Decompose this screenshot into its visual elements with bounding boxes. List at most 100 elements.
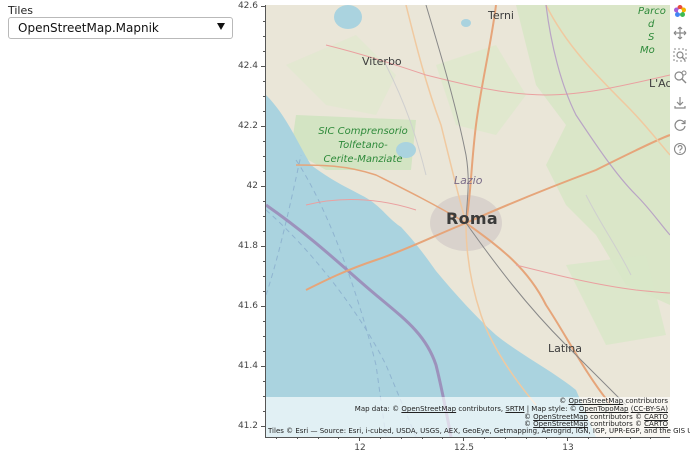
y-minor-tick [263,81,265,82]
attr1-osm-link[interactable]: OpenStreetMap [568,397,623,405]
attribution-line-5: Tiles © Esri — Source: Esri, i-cubed, US… [268,427,690,435]
reset-icon[interactable] [673,118,687,132]
y-tick-label: 42.6 [237,1,258,11]
pan-icon[interactable] [673,26,687,40]
attr2-osm-link[interactable]: OpenStreetMap [401,405,456,413]
map-label-viterbo: Viterbo [362,55,402,68]
map-label-terni: Terni [488,9,514,22]
y-tick [261,66,265,67]
box-zoom-icon[interactable] [673,48,687,62]
x-minor-tick [422,437,423,439]
parco-line-4: Mo [640,45,655,56]
map-canvas[interactable]: Terni Viterbo Roma Lazio Latina SIC Comp… [266,5,670,437]
caret-down-icon [217,23,225,30]
bokeh-logo-icon[interactable] [673,4,687,18]
x-tick-label: 12 [354,443,366,453]
y-minor-tick [263,411,265,412]
attr2-opentopomap-link[interactable]: OpenTopoMap [579,405,629,413]
y-minor-tick [263,231,265,232]
attr2-ccbysa-link[interactable]: (CC-BY-SA) [631,405,668,413]
y-tick-label: 41.8 [237,241,258,251]
x-minor-tick [338,437,339,439]
x-tick [463,437,464,441]
x-minor-tick [276,437,277,439]
tiles-select-value: OpenStreetMap.Mapnik [18,21,159,35]
x-minor-tick [650,437,651,439]
y-minor-tick [263,51,265,52]
sic-line-1: SIC Comprensorio [318,126,408,137]
y-minor-tick [263,201,265,202]
y-minor-tick [263,276,265,277]
plot-toolbar [672,4,688,164]
y-minor-tick [263,21,265,22]
attribution-line-2: Map data: © OpenStreetMap contributors, … [355,405,668,413]
x-minor-tick [401,437,402,439]
x-minor-tick [630,437,631,439]
y-minor-tick [263,156,265,157]
x-minor-tick [318,437,319,439]
y-minor-tick [263,111,265,112]
x-minor-tick [505,437,506,439]
map-label-laquila: L'Aq [649,77,670,90]
x-minor-tick [526,437,527,439]
x-tick [567,437,568,441]
parco-line-3: S [648,32,655,43]
attr1-suffix: contributors [623,397,668,405]
y-minor-tick [263,216,265,217]
y-minor-tick [263,171,265,172]
y-tick-label: 42.2 [237,121,258,131]
y-tick [261,306,265,307]
x-minor-tick [484,437,485,439]
map-label-roma: Roma [446,209,498,228]
map-label-lazio: Lazio [454,174,483,187]
attr2-prefix: Map data: © [354,405,402,413]
x-minor-tick [380,437,381,439]
y-tick-label: 42.4 [237,61,258,71]
x-minor-tick [546,437,547,439]
y-tick-label: 42 [246,181,258,191]
y-minor-tick [263,261,265,262]
x-minor-tick [442,437,443,439]
y-minor-tick [263,141,265,142]
tiles-select[interactable]: OpenStreetMap.Mapnik [8,17,233,39]
y-tick [261,246,265,247]
parco-line-2: d [648,19,655,30]
sic-line-2: Tolfetano- [338,140,388,151]
y-minor-tick [263,381,265,382]
y-tick-label: 41.4 [237,361,258,371]
x-tick-label: 12.5 [453,443,475,453]
sidebar: Tiles OpenStreetMap.Mapnik [0,0,240,450]
attr2-mapstyle: | Map style: © [524,405,579,413]
wheel-zoom-icon[interactable] [673,70,687,84]
y-tick [261,186,265,187]
y-minor-tick [263,321,265,322]
x-minor-tick [297,437,298,439]
y-minor-tick [263,336,265,337]
attribution-line-1: © OpenStreetMap contributors [559,397,668,405]
attr2-text: contributors, [456,405,506,413]
y-minor-tick [263,291,265,292]
help-icon[interactable] [673,142,687,156]
y-tick [261,426,265,427]
y-tick-label: 41.2 [237,421,258,431]
x-tick [359,437,360,441]
sic-line-3: Cerite-Manziate [323,154,403,165]
map-label-parco: Parco d S Mo [638,5,670,57]
y-tick [261,6,265,7]
save-icon[interactable] [673,96,687,110]
x-tick-label: 13 [562,443,574,453]
parco-line-1: Parco [638,6,666,17]
x-minor-tick [588,437,589,439]
y-tick-label: 41.6 [237,301,258,311]
map-label-latina: Latina [548,342,582,355]
x-minor-tick [609,437,610,439]
y-minor-tick [263,396,265,397]
y-minor-tick [263,96,265,97]
attr2-srtm-link[interactable]: SRTM [505,405,524,413]
y-tick [261,126,265,127]
y-minor-tick [263,351,265,352]
attribution-panel: © OpenStreetMap contributors Map data: ©… [266,397,690,437]
y-axis [265,5,266,437]
tiles-label: Tiles [8,4,33,17]
map-label-sic-park: SIC Comprensorio Tolfetano- Cerite-Manzi… [298,125,428,167]
